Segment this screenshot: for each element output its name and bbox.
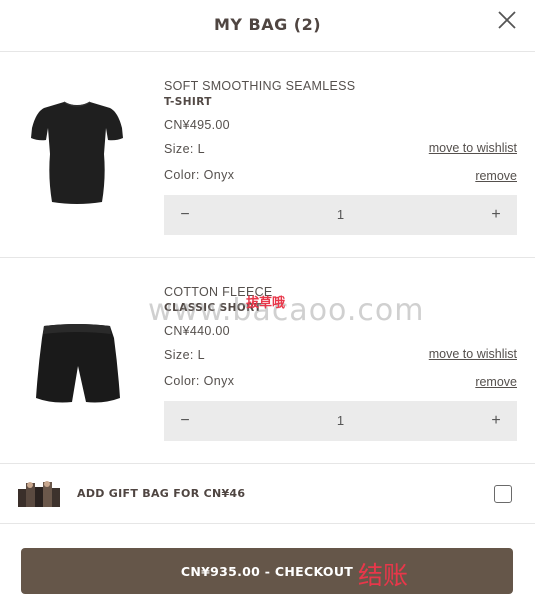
quantity-value: 1: [336, 413, 345, 428]
gift-bag-checkbox[interactable]: [494, 485, 512, 503]
increase-quantity-button[interactable]: +: [487, 401, 505, 441]
move-to-wishlist-link[interactable]: move to wishlist: [429, 141, 517, 155]
item-color: Color: Onyx: [164, 374, 235, 388]
close-icon[interactable]: [496, 9, 518, 31]
move-to-wishlist-link[interactable]: move to wishlist: [429, 347, 517, 361]
bag-header: MY BAG (2): [0, 0, 535, 52]
remove-link[interactable]: remove: [475, 375, 517, 389]
item-name[interactable]: SOFT SMOOTHING SEAMLESS: [164, 77, 355, 95]
item-size: Size: L: [164, 348, 206, 362]
bag-title: MY BAG (2): [213, 15, 322, 34]
item-size: Size: L: [164, 142, 206, 156]
checkout-label: CN¥935.00 - CHECKOUT: [180, 564, 354, 579]
gift-bag-row: ADD GIFT BAG FOR CN¥46: [0, 464, 535, 524]
item-price: CN¥495.00: [164, 118, 230, 132]
cart-item: COTTON FLEECE CLASSIC SHORT CN¥440.00 Si…: [0, 258, 535, 464]
item-price: CN¥440.00: [164, 324, 230, 338]
quantity-value: 1: [336, 207, 345, 222]
gift-bag-label: ADD GIFT BAG FOR CN¥46: [77, 487, 246, 500]
remove-link[interactable]: remove: [475, 169, 517, 183]
item-subname[interactable]: T-SHIRT: [164, 96, 212, 108]
item-color: Color: Onyx: [164, 168, 235, 182]
gift-bag-image: [16, 479, 62, 509]
item-subname[interactable]: CLASSIC SHORT: [164, 302, 262, 314]
increase-quantity-button[interactable]: +: [487, 195, 505, 235]
checkout-button[interactable]: CN¥935.00 - CHECKOUT 结账: [21, 548, 513, 594]
checkout-annotation: 结账: [358, 561, 409, 590]
item-name[interactable]: COTTON FLEECE: [164, 283, 273, 301]
shorts-image: [36, 324, 120, 403]
quantity-stepper: − 1 +: [164, 195, 517, 235]
tshirt-image: [31, 101, 123, 204]
quantity-stepper: − 1 +: [164, 401, 517, 441]
cart-item: SOFT SMOOTHING SEAMLESS T-SHIRT CN¥495.0…: [0, 52, 535, 258]
